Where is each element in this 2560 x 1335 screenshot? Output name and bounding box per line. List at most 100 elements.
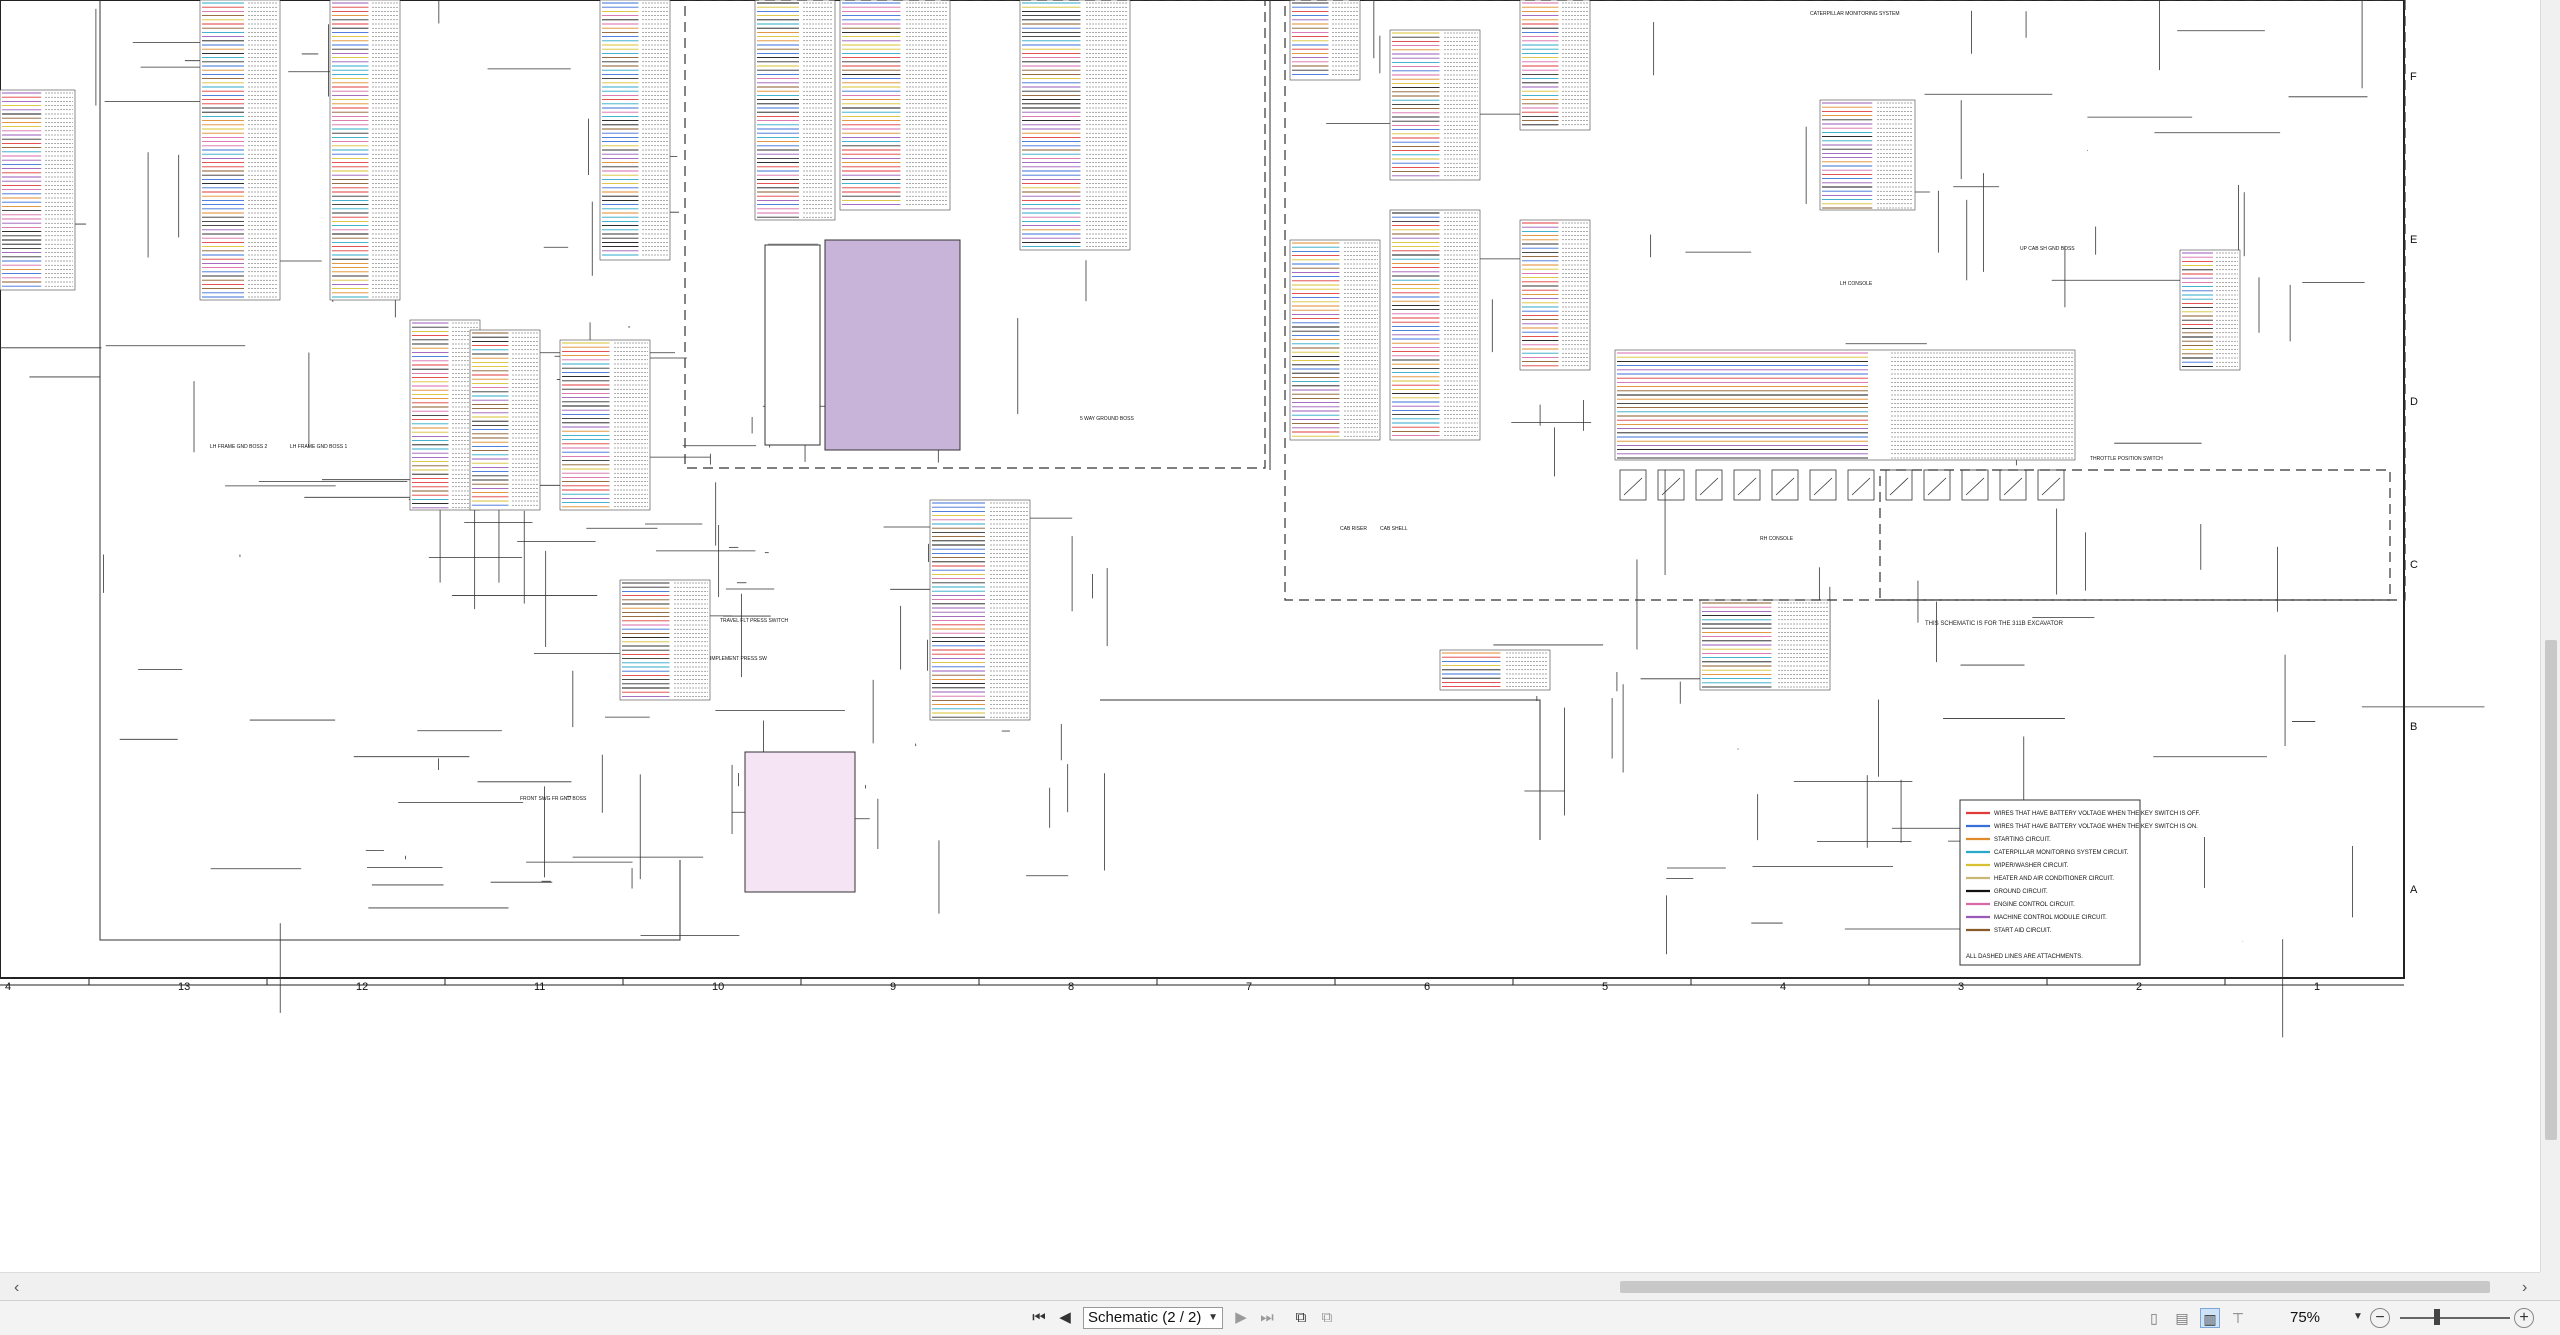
zoom-in-button[interactable]: + [2514,1308,2534,1328]
column-number: 2 [2136,981,2142,993]
connector-block [619,579,711,701]
legend-item: HEATER AND AIR CONDITIONER CIRCUIT. [1994,876,2114,882]
legend-item: WIRES THAT HAVE BATTERY VOLTAGE WHEN THE… [1994,811,2200,817]
row-letter: A [2410,884,2418,896]
switch-symbol [1999,469,2027,501]
column-number: 8 [1068,981,1074,993]
harness-label: UP CAB SH GND BOSS [2020,246,2075,252]
connector-block [1519,219,1591,371]
next-page-icon[interactable]: ▶ [1230,1308,1252,1328]
legend-item: CATERPILLAR MONITORING SYSTEM CIRCUIT. [1994,850,2129,856]
status-bar: ⏮ ◀ Schematic (2 / 2) ▼ ▶ ⏭ ⧉ ⧉ ▯ ▤ ▥ ⊤ … [0,1300,2560,1335]
connector-block [1289,0,1361,81]
zoom-dropdown-icon[interactable]: ▼ [2353,1311,2363,1322]
continuous-page-icon[interactable]: ▤ [2172,1308,2192,1328]
column-number: 13 [178,981,190,993]
switch-symbol [2037,469,2065,501]
harness-label: CAB SHELL [1380,526,1408,532]
legend-box: WIRES THAT HAVE BATTERY VOLTAGE WHEN THE… [1959,799,2200,966]
next-view-icon[interactable]: ⧉ [1316,1308,1338,1328]
machine-control-module [824,239,961,451]
switch-symbol [1733,469,1761,501]
connector-block [1389,29,1481,181]
column-number: 9 [890,981,896,993]
zoom-out-button[interactable]: − [2370,1308,2390,1328]
legend-item: GROUND CIRCUIT. [1994,889,2048,895]
column-number: 6 [1424,981,1430,993]
vertical-scrollbar[interactable] [2540,0,2560,1272]
column-number: 11 [534,981,545,993]
connector-block [1614,349,2076,461]
harness-label: CATERPILLAR MONITORING SYSTEM [1810,11,1900,17]
row-letter: B [2410,721,2417,733]
prev-page-icon[interactable]: ◀ [1054,1308,1076,1328]
switch-symbol [1695,469,1723,501]
switch-symbol [1657,469,1685,501]
switch-symbol [1847,469,1875,501]
connector-block [469,329,541,511]
scroll-corner [2540,1272,2560,1300]
zoom-slider-track[interactable] [2400,1317,2510,1319]
facing-pages-icon[interactable]: ▥ [2200,1308,2220,1328]
page-select[interactable]: Schematic (2 / 2) ▼ [1083,1307,1223,1329]
previous-view-icon[interactable]: ⧉ [1290,1308,1312,1328]
connector-block [929,499,1031,721]
column-number: 5 [1602,981,1608,993]
harness-label: FRONT SWG FR GND BOSS [520,796,587,802]
horizontal-scroll-thumb[interactable] [1620,1281,2490,1293]
harness-label: 5 WAY GROUND BOSS [1080,416,1134,422]
legend-item: WIPER/WASHER CIRCUIT. [1994,863,2069,869]
column-number: 7 [1246,981,1252,993]
harness-label: IMPLEMENT PRESS SW [710,656,767,662]
harness-label: THROTTLE POSITION SWITCH [2090,456,2163,462]
column-number: 4 [1780,981,1786,993]
switch-symbol [1619,469,1647,501]
column-number: 1 [2314,981,2320,993]
connector-block [2179,249,2241,371]
legend-item: STARTING CIRCUIT. [1994,837,2051,843]
connector-block [1819,99,1916,211]
switch-symbol [1771,469,1799,501]
harness-label: LH FRAME GND BOSS 2 [210,444,267,450]
page-select-value: Schematic (2 / 2) [1088,1309,1202,1326]
last-page-icon[interactable]: ⏭ [1256,1308,1278,1328]
document-viewport[interactable]: WIRES THAT HAVE BATTERY VOLTAGE WHEN THE… [0,0,2540,1272]
legend-item: START AID CIRCUIT. [1994,928,2052,934]
switch-symbol [1809,469,1837,501]
general-note: THIS SCHEMATIC IS FOR THE 311B EXCAVATOR [1925,621,2064,627]
zoom-slider-knob[interactable] [2434,1309,2440,1325]
harness-label: LH CONSOLE [1840,281,1873,287]
harness-label: CAB RISER [1340,526,1367,532]
connector-block [754,0,836,221]
legend-item: WIRES THAT HAVE BATTERY VOLTAGE WHEN THE… [1994,824,2198,830]
column-number: 4 [5,981,11,993]
single-page-icon[interactable]: ▯ [2144,1308,2164,1328]
row-letter: D [2410,396,2418,408]
lower-harness-connector [744,751,856,893]
chevron-down-icon: ▼ [1208,1312,1218,1323]
harness-label: TRAVEL FLT PRESS SWITCH [720,618,789,624]
row-letter: C [2410,559,2418,571]
horizontal-scrollbar[interactable]: ‹ › [0,1272,2540,1301]
legend-item: MACHINE CONTROL MODULE CIRCUIT. [1994,915,2107,921]
vertical-scroll-thumb[interactable] [2545,640,2557,1140]
column-number: 10 [712,981,724,993]
row-letter: F [2410,71,2417,83]
scroll-right-arrow-icon[interactable]: › [2522,1279,2527,1297]
first-page-icon[interactable]: ⏮ [1028,1308,1050,1328]
zoom-level[interactable]: 75% [2290,1309,2320,1326]
column-number: 3 [1958,981,1964,993]
legend-footer: ALL DASHED LINES ARE ATTACHMENTS. [1966,954,2083,960]
scroll-left-arrow-icon[interactable]: ‹ [14,1279,19,1297]
continuous-facing-icon[interactable]: ⊤ [2228,1308,2248,1328]
switch-symbol [1923,469,1951,501]
harness-label: RH CONSOLE [1760,536,1794,542]
connector-block [559,339,651,511]
legend-item: ENGINE CONTROL CIRCUIT. [1994,902,2075,908]
row-letter-labels: F E D C B A [2410,71,2418,896]
switch-symbol [1961,469,1989,501]
switch-symbol [1885,469,1913,501]
connector-block [1389,209,1481,441]
column-number: 12 [356,981,368,993]
schematic-canvas: WIRES THAT HAVE BATTERY VOLTAGE WHEN THE… [0,0,2485,1038]
